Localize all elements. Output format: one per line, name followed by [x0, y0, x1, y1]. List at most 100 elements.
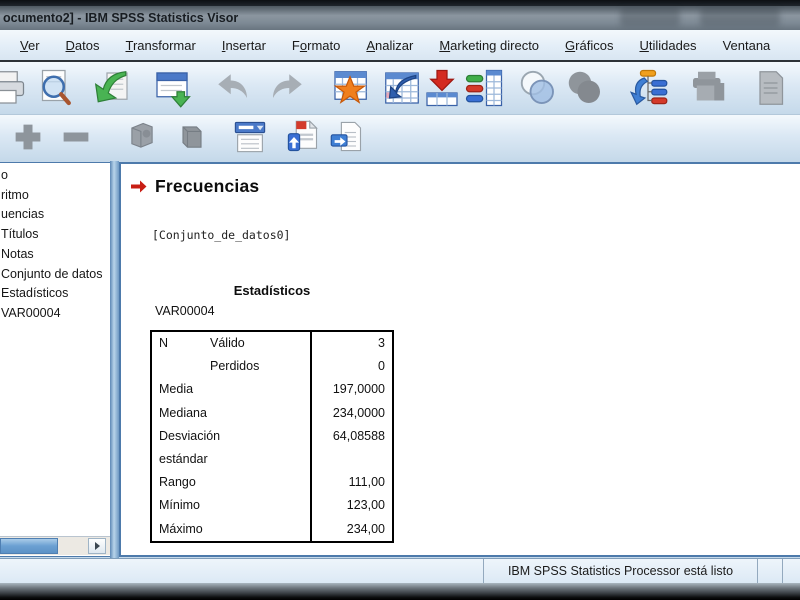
export-button[interactable]: [90, 66, 134, 110]
menu-item-ver[interactable]: Ver: [8, 34, 52, 57]
status-cell-small-2: [782, 559, 800, 583]
titlebar-shade: [700, 8, 780, 26]
outline-toolbar: [0, 115, 800, 162]
menu-item-insertar[interactable]: Insertar: [210, 34, 278, 57]
spss-viewer-window: ocumento2] - IBM SPSS Statistics Visor V…: [0, 0, 800, 600]
collapse-button[interactable]: [56, 117, 96, 157]
menu-item-formato[interactable]: Formato: [280, 34, 352, 57]
main-toolbar: [0, 62, 800, 115]
recall-dialogs-icon: [156, 72, 191, 108]
row-value: 64,08588: [310, 424, 392, 472]
hide-button[interactable]: [172, 117, 212, 157]
use-variable-sets-icon: [520, 70, 554, 104]
insert-heading-button[interactable]: [230, 117, 270, 157]
window-title: ocumento2] - IBM SPSS Statistics Visor: [3, 11, 239, 25]
print-preview-icon: [41, 69, 71, 106]
designate-window-icon: [333, 71, 367, 104]
menu-item-marketing-directo[interactable]: Marketing directo: [427, 34, 551, 57]
tree-item-conjunto-de-datos[interactable]: Conjunto de datos: [0, 265, 110, 285]
menu-item-utilidades[interactable]: Utilidades: [627, 34, 708, 57]
menu-item-transformar[interactable]: Transformar: [114, 34, 208, 57]
disabled-tool-2-button[interactable]: [748, 66, 792, 110]
row-label: Mediana: [159, 405, 207, 420]
row-value: 3: [310, 332, 392, 356]
print-preview-button[interactable]: [33, 66, 77, 110]
statistics-table[interactable]: N Válido 3 Perdidos 0 Media 197,0000 Mediana 234…: [150, 330, 394, 543]
goto-data-button[interactable]: [380, 66, 424, 110]
outline-tree: o ritmo uencias Títulos Notas Conjunto de dat…: [0, 163, 110, 324]
output-pane: Frecuencias [Conjunto_de_datos0] Estadís…: [119, 162, 800, 557]
scroll-right-button[interactable]: [88, 538, 106, 554]
heading-arrow-icon: [131, 180, 147, 192]
goto-case-button[interactable]: [420, 66, 464, 110]
tree-item-uencias[interactable]: uencias: [0, 205, 110, 225]
tree-item-estadisticos[interactable]: Estadísticos: [0, 284, 110, 304]
use-variable-sets-disabled-icon: [568, 71, 600, 103]
menu-item-datos[interactable]: Datos: [54, 34, 112, 57]
tree-item-notas[interactable]: Notas: [0, 245, 110, 265]
variables-icon: [465, 69, 503, 107]
scrollbar-thumb[interactable]: [0, 538, 58, 554]
row-value: 234,00: [310, 517, 392, 541]
row-value: 111,00: [310, 471, 392, 495]
table-row: Media 197,0000: [152, 378, 392, 402]
table-row: N Válido 3: [152, 332, 392, 356]
table-row: Rango 111,00: [152, 471, 392, 495]
pane-splitter[interactable]: [110, 161, 119, 558]
dataset-reference: [Conjunto_de_datos0]: [152, 228, 291, 242]
tree-item-o[interactable]: o: [0, 166, 110, 186]
show-button[interactable]: [122, 117, 162, 157]
row-value: 234,0000: [310, 401, 392, 425]
table-row: Mediana 234,0000: [152, 401, 392, 425]
menu-item-graficos[interactable]: Gráficos: [553, 34, 625, 57]
undo-button[interactable]: [210, 66, 254, 110]
variables-button[interactable]: [462, 66, 506, 110]
print-button[interactable]: [0, 66, 28, 110]
show-icon: [131, 122, 153, 148]
goto-data-icon: [385, 72, 419, 104]
row-label: Rango: [159, 475, 196, 490]
tree-item-var00004[interactable]: VAR00004: [0, 304, 110, 324]
insert-title-button[interactable]: [283, 117, 323, 157]
disabled-tool-2-icon: [759, 71, 784, 105]
collapse-icon: [63, 132, 89, 142]
menu-item-analizar[interactable]: Analizar: [354, 34, 425, 57]
row-label: Media: [159, 382, 194, 397]
expand-icon: [15, 124, 41, 150]
row-value: 123,00: [310, 494, 392, 518]
disabled-tool-1-icon: [693, 71, 725, 101]
menu-item-ventana[interactable]: Ventana: [711, 34, 783, 57]
statistics-table-title: Estadísticos: [233, 283, 311, 298]
print-icon: [0, 71, 25, 104]
row-label: Mínimo: [159, 498, 200, 513]
recall-dialogs-button[interactable]: [150, 66, 194, 110]
titlebar-shade: [620, 8, 680, 26]
results-tree-icon: [629, 69, 668, 106]
use-variable-sets-disabled-button[interactable]: [563, 66, 607, 110]
redo-button[interactable]: [266, 66, 310, 110]
table-row: Perdidos 0: [152, 355, 392, 379]
row-label: Perdidos: [210, 359, 260, 374]
insert-heading-icon: [234, 121, 266, 153]
tree-item-titulos[interactable]: Títulos: [0, 225, 110, 245]
row-label: Desviación estándar: [159, 428, 221, 467]
title-bar[interactable]: ocumento2] - IBM SPSS Statistics Visor: [0, 6, 800, 31]
tree-item-ritmo[interactable]: ritmo: [0, 186, 110, 206]
disabled-tool-1-button[interactable]: [686, 66, 730, 110]
expand-button[interactable]: [8, 117, 48, 157]
undo-icon: [218, 74, 247, 98]
table-row: Máximo 234,00: [152, 517, 392, 541]
outline-horizontal-scrollbar[interactable]: [0, 536, 110, 555]
designate-window-button[interactable]: [328, 66, 372, 110]
output-heading: Frecuencias: [155, 176, 260, 196]
insert-text-button[interactable]: [327, 117, 367, 157]
results-tree-button[interactable]: [626, 66, 670, 110]
status-message: IBM SPSS Statistics Processor está listo: [483, 559, 757, 583]
row-label: N Válido: [159, 336, 245, 350]
export-icon: [94, 71, 128, 103]
use-variable-sets-button[interactable]: [516, 66, 560, 110]
insert-text-icon: [330, 121, 362, 152]
workspace: o ritmo uencias Títulos Notas Conjunto de dat…: [0, 161, 800, 558]
status-bar: IBM SPSS Statistics Processor está listo: [0, 558, 800, 583]
status-cell-small-1: [757, 559, 782, 583]
